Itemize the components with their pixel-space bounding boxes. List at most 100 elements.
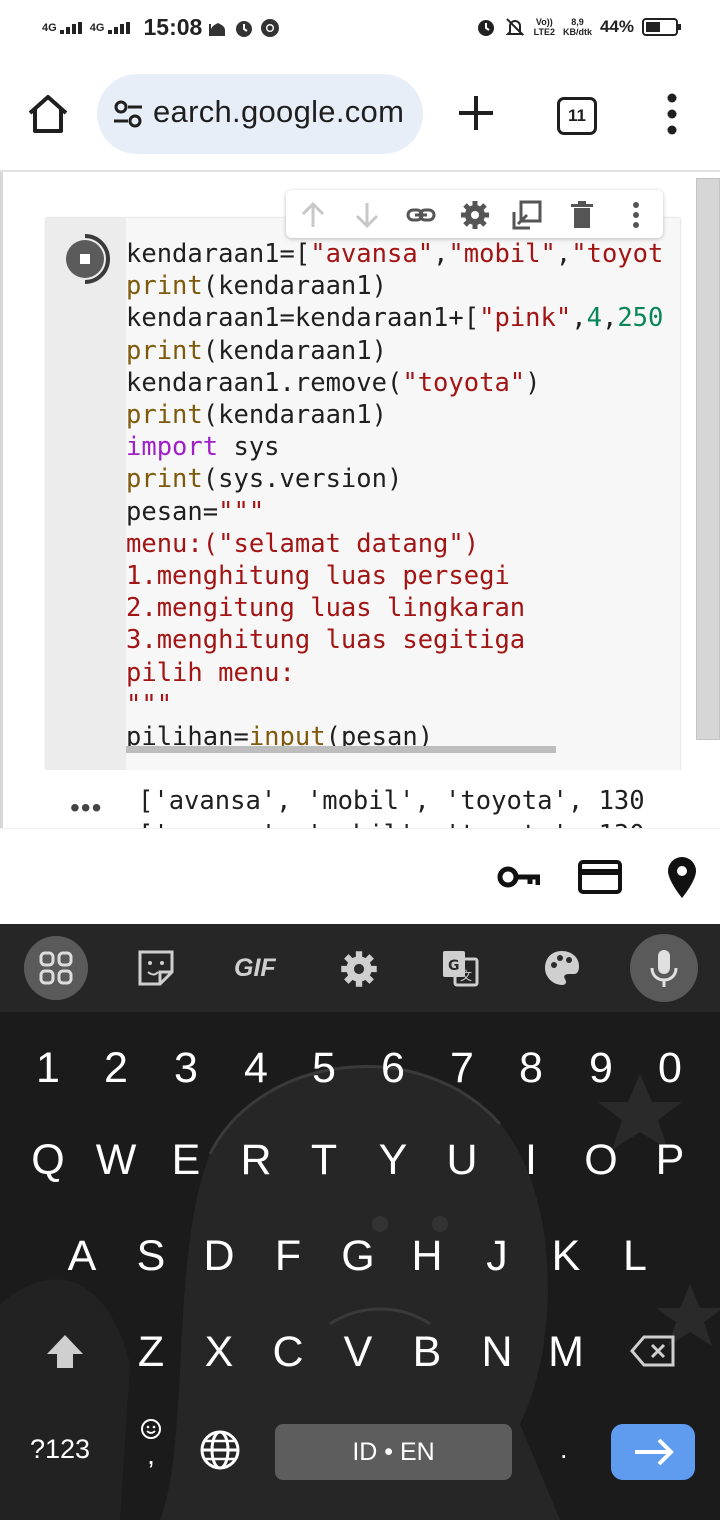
address-bar[interactable]: earch.google.com bbox=[97, 74, 423, 154]
keyboard-toolbar: GIF G文 bbox=[0, 924, 720, 1012]
gif-button[interactable]: GIF bbox=[234, 954, 276, 983]
keyboard-settings-icon[interactable] bbox=[340, 950, 378, 988]
mute-icon bbox=[505, 18, 525, 36]
delete-icon[interactable] bbox=[567, 200, 597, 230]
status-bar: 4G 4G 15:08 Vo)) LTE2 8,9 KB/dtk 44% bbox=[0, 0, 720, 58]
site-settings-icon[interactable] bbox=[113, 100, 143, 128]
mirror-cell-icon[interactable] bbox=[512, 200, 542, 230]
enter-key[interactable] bbox=[611, 1424, 695, 1480]
key-2[interactable]: 2 bbox=[86, 1044, 146, 1093]
colab-notebook: kendaraan1=["avansa","mobil","toyot prin… bbox=[0, 172, 720, 828]
soft-keyboard: GIF G文 1234567890QWERTYUIOPASDFGHJKLZXCV… bbox=[0, 924, 720, 1520]
emoji-icon bbox=[141, 1419, 161, 1439]
code-cell[interactable]: kendaraan1=["avansa","mobil","toyot prin… bbox=[46, 218, 680, 770]
apps-grid-icon bbox=[39, 951, 73, 985]
key-w[interactable]: W bbox=[86, 1136, 146, 1185]
page-scrollbar[interactable] bbox=[696, 178, 720, 740]
clock: 15:08 bbox=[143, 14, 203, 40]
backspace-icon[interactable] bbox=[630, 1334, 676, 1368]
volte-indicator: Vo)) LTE2 bbox=[533, 17, 555, 37]
space-bar[interactable]: ID • EN bbox=[275, 1424, 512, 1480]
key-e[interactable]: E bbox=[156, 1136, 216, 1185]
key-0[interactable]: 0 bbox=[640, 1044, 700, 1093]
key-q[interactable]: Q bbox=[18, 1136, 78, 1185]
key-a[interactable]: A bbox=[52, 1232, 112, 1281]
symbols-key[interactable]: ?123 bbox=[30, 1434, 90, 1465]
credit-card-icon[interactable] bbox=[578, 859, 622, 895]
key-x[interactable]: X bbox=[189, 1328, 249, 1377]
key-icon[interactable] bbox=[496, 859, 540, 895]
code-editor[interactable]: kendaraan1=["avansa","mobil","toyot prin… bbox=[126, 218, 666, 768]
network-type-1: 4G bbox=[42, 21, 57, 34]
arrow-up-icon[interactable] bbox=[298, 200, 328, 230]
translate-icon[interactable]: G文 bbox=[440, 948, 480, 988]
key-5[interactable]: 5 bbox=[294, 1044, 354, 1093]
key-s[interactable]: S bbox=[121, 1232, 181, 1281]
key-v[interactable]: V bbox=[328, 1328, 388, 1377]
browser-toolbar: earch.google.com 11 bbox=[0, 58, 720, 172]
new-tab-icon[interactable] bbox=[456, 93, 496, 133]
key-z[interactable]: Z bbox=[121, 1328, 181, 1377]
key-4[interactable]: 4 bbox=[226, 1044, 286, 1093]
location-pin-icon[interactable] bbox=[660, 855, 704, 899]
comma-label: , bbox=[147, 1439, 155, 1470]
key-f[interactable]: F bbox=[258, 1232, 318, 1281]
key-l[interactable]: L bbox=[605, 1232, 665, 1281]
home-icon[interactable] bbox=[26, 92, 70, 136]
battery-percent: 44% bbox=[599, 17, 634, 36]
output-line: ['avansa', 'mobil', 'toyota', 130 bbox=[138, 786, 645, 816]
url-text: earch.google.com bbox=[153, 94, 405, 129]
shift-icon[interactable] bbox=[44, 1332, 86, 1372]
output-actions-icon[interactable]: ••• bbox=[70, 792, 102, 824]
key-h[interactable]: H bbox=[397, 1232, 457, 1281]
stop-execution-icon[interactable] bbox=[64, 232, 118, 286]
sticker-icon[interactable] bbox=[136, 948, 176, 988]
emoji-comma-key[interactable]: , bbox=[134, 1418, 168, 1474]
key-r[interactable]: R bbox=[226, 1136, 286, 1185]
key-p[interactable]: P bbox=[640, 1136, 700, 1185]
key-6[interactable]: 6 bbox=[363, 1044, 423, 1093]
cell-toolbar bbox=[286, 190, 663, 238]
more-menu-icon[interactable] bbox=[662, 92, 682, 136]
key-8[interactable]: 8 bbox=[501, 1044, 561, 1093]
cell-output: ••• ['avansa', 'mobil', 'toyota', 130 ['… bbox=[46, 770, 680, 828]
svg-text:文: 文 bbox=[460, 968, 472, 983]
arrow-down-icon[interactable] bbox=[352, 200, 382, 230]
key-7[interactable]: 7 bbox=[432, 1044, 492, 1093]
key-t[interactable]: T bbox=[294, 1136, 354, 1185]
key-i[interactable]: I bbox=[501, 1136, 561, 1185]
microphone-icon bbox=[650, 950, 678, 987]
network-type-2: 4G bbox=[89, 21, 105, 34]
code-horizontal-scrollbar[interactable] bbox=[126, 746, 556, 753]
key-1[interactable]: 1 bbox=[18, 1044, 78, 1093]
key-u[interactable]: U bbox=[432, 1136, 492, 1185]
more-vert-icon[interactable] bbox=[621, 200, 651, 230]
key-g[interactable]: G bbox=[328, 1232, 388, 1281]
output-line-2: ['avansa', 'mobil', 'toyota', 130 bbox=[138, 820, 680, 828]
key-b[interactable]: B bbox=[397, 1328, 457, 1377]
key-c[interactable]: C bbox=[258, 1328, 318, 1377]
key-m[interactable]: M bbox=[536, 1328, 596, 1377]
key-9[interactable]: 9 bbox=[571, 1044, 631, 1093]
key-n[interactable]: N bbox=[467, 1328, 527, 1377]
key-y[interactable]: Y bbox=[363, 1136, 423, 1185]
signal-1: 4G bbox=[42, 21, 84, 34]
key-3[interactable]: 3 bbox=[156, 1044, 216, 1093]
theme-palette-icon[interactable] bbox=[542, 948, 582, 988]
svg-text:G: G bbox=[448, 958, 460, 974]
arrow-right-icon bbox=[635, 1438, 674, 1466]
voice-input-button[interactable] bbox=[630, 934, 698, 1002]
key-o[interactable]: O bbox=[571, 1136, 631, 1185]
key-j[interactable]: J bbox=[467, 1232, 527, 1281]
key-k[interactable]: K bbox=[536, 1232, 596, 1281]
cell-gutter bbox=[46, 218, 126, 770]
tab-switcher-button[interactable]: 11 bbox=[557, 97, 597, 135]
link-icon[interactable] bbox=[406, 200, 436, 230]
alarm-notification-icon bbox=[236, 20, 253, 37]
globe-icon[interactable] bbox=[198, 1428, 242, 1472]
apps-grid-button[interactable] bbox=[24, 936, 88, 1000]
chrome-notification-icon bbox=[261, 18, 280, 37]
gear-icon[interactable] bbox=[460, 200, 490, 230]
key-d[interactable]: D bbox=[189, 1232, 249, 1281]
period-key[interactable]: . bbox=[560, 1434, 568, 1465]
